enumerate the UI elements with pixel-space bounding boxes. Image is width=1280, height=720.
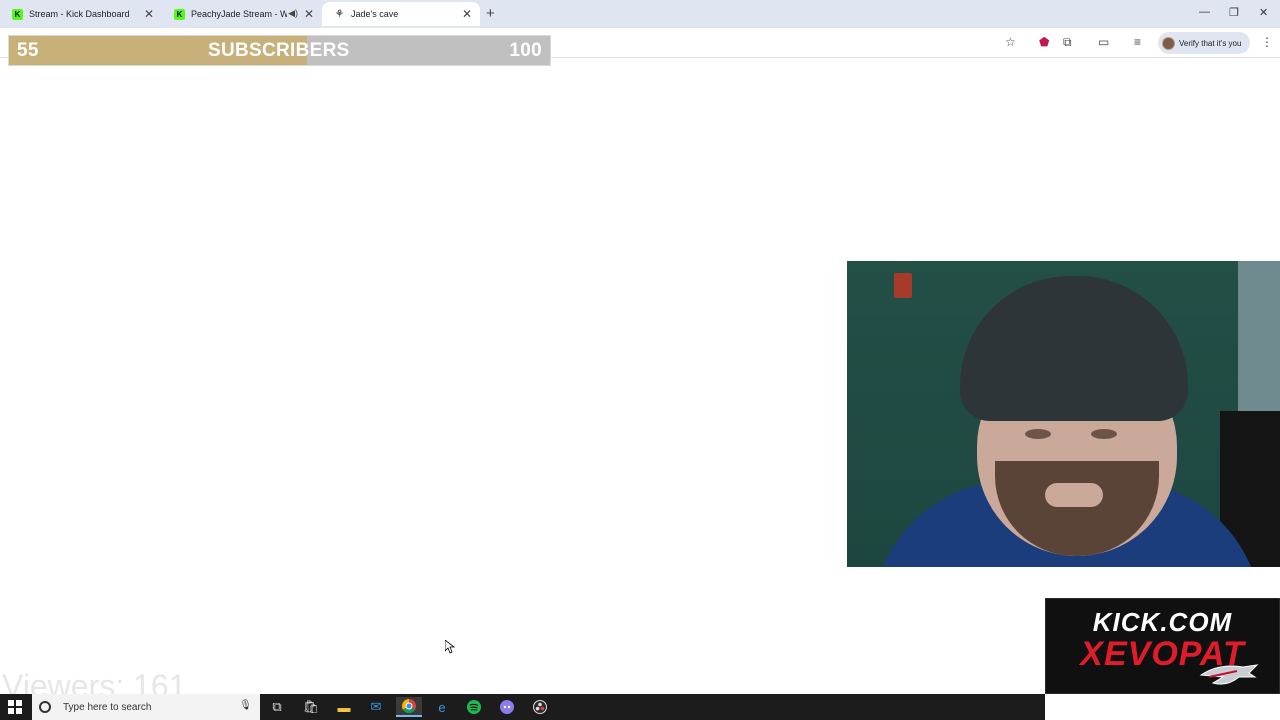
webcam-feed (847, 261, 1280, 567)
chrome-logo-icon (402, 699, 416, 713)
mail-icon[interactable]: ✉ (363, 697, 389, 717)
new-tab-icon[interactable]: + (486, 5, 495, 22)
close-icon[interactable]: ✕ (304, 7, 314, 21)
tab-title: PeachyJade Stream - Watch (191, 9, 287, 19)
bookmark-star-icon[interactable]: ☆ (1005, 35, 1016, 49)
microphone-icon[interactable]: 🎙 (239, 700, 252, 711)
minimize-icon[interactable]: — (1199, 6, 1210, 18)
tab-peachyjade-stream[interactable]: K PeachyJade Stream - Watch ◀) ✕ (162, 2, 322, 26)
verify-profile-button[interactable]: Verify that it's you (1158, 32, 1250, 54)
reading-list-icon[interactable]: ≡ (1134, 35, 1141, 49)
discord-logo-icon (500, 700, 514, 714)
search-placeholder: Type here to search (63, 701, 152, 713)
webcam-red-object (894, 273, 912, 298)
search-icon (39, 701, 51, 713)
windows-start-icon[interactable] (8, 700, 22, 714)
kick-icon: K (12, 8, 23, 20)
task-view-icon[interactable]: ⧉ (264, 697, 290, 717)
windows-taskbar: Type here to search 🎙 ⧉ 🛍 ▬ ✉ e (0, 694, 1045, 720)
close-window-icon[interactable]: ✕ (1259, 6, 1268, 19)
screen: K Stream - Kick Dashboard ✕ K PeachyJade… (0, 0, 1280, 720)
tab-jades-cave[interactable]: ⚘ Jade's cave ✕ (322, 2, 480, 26)
tab-kick-dashboard[interactable]: K Stream - Kick Dashboard ✕ (0, 2, 162, 26)
extensions-puzzle-icon[interactable]: ⧉ (1063, 35, 1072, 50)
subscriber-goal-bar: 55 SUBSCRIBERS 100 (8, 35, 551, 66)
subscriber-target: 100 (509, 40, 542, 61)
edge-icon[interactable]: e (429, 697, 455, 717)
extension-shield-icon[interactable]: ⬟ (1039, 35, 1049, 49)
chrome-icon[interactable] (396, 697, 422, 717)
streamer-mouth (1045, 483, 1103, 507)
cast-icon[interactable]: ▭ (1098, 35, 1109, 49)
kick-icon: K (174, 8, 185, 20)
streamer-eye (1091, 429, 1117, 439)
close-icon[interactable]: ✕ (144, 7, 154, 21)
tab-title: Stream - Kick Dashboard (29, 9, 130, 19)
browser-tab-strip: K Stream - Kick Dashboard ✕ K PeachyJade… (0, 0, 1280, 28)
file-explorer-icon[interactable]: ▬ (331, 697, 357, 717)
kick-logo-line1: KICK.COM (1092, 607, 1233, 637)
spotify-logo-icon (467, 700, 481, 714)
taskbar-search-box[interactable]: Type here to search 🎙 (32, 694, 260, 720)
close-icon[interactable]: ✕ (462, 7, 472, 21)
speaker-icon[interactable]: ◀) (288, 8, 298, 19)
restore-icon[interactable]: ❐ (1229, 6, 1239, 19)
patriots-logo-icon (1199, 664, 1259, 685)
store-icon[interactable]: 🛍 (298, 697, 324, 717)
obs-icon[interactable] (527, 697, 553, 717)
tab-title: Jade's cave (351, 9, 399, 19)
spotify-icon[interactable] (461, 697, 487, 717)
kick-channel-logo: KICK.COM XEVOPAT (1045, 598, 1280, 694)
obs-logo-icon (533, 700, 547, 714)
webcam-door (1238, 261, 1280, 431)
subscriber-label: SUBSCRIBERS (208, 40, 350, 61)
streamer-eye (1025, 429, 1051, 439)
discord-icon[interactable] (494, 697, 520, 717)
subscriber-current: 55 (17, 40, 39, 61)
avatar (1162, 36, 1175, 50)
jade-icon: ⚘ (335, 8, 344, 20)
menu-kebab-icon[interactable]: ⋮ (1261, 35, 1273, 49)
mouse-cursor-icon (445, 640, 455, 654)
verify-label: Verify that it's you (1179, 38, 1242, 48)
